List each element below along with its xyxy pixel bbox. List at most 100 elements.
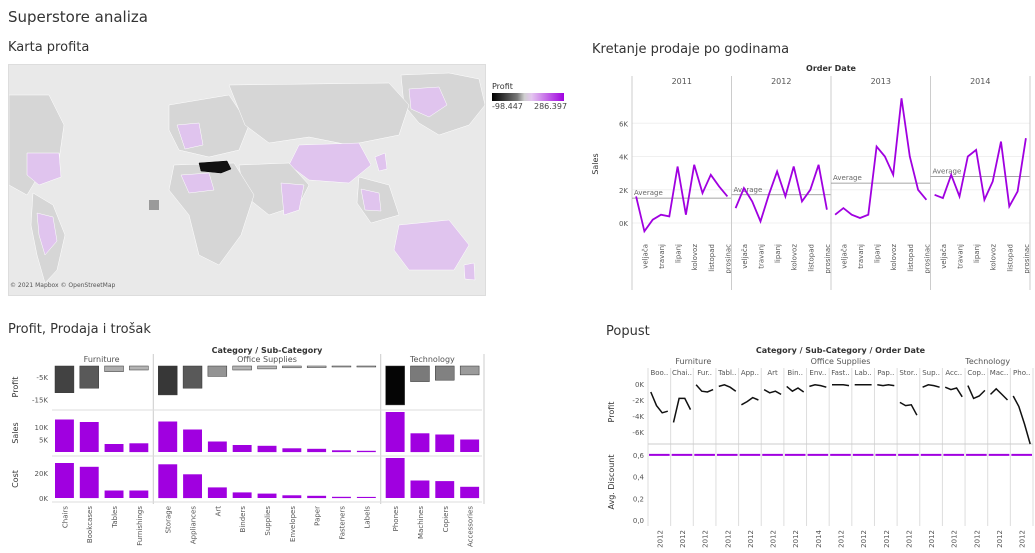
year-label: 2012 (883, 530, 891, 548)
bar-cost[interactable] (332, 496, 351, 499)
profit-line[interactable] (899, 401, 918, 416)
bar-profit[interactable] (410, 365, 430, 382)
bar-sales[interactable] (460, 439, 480, 453)
bar-cost[interactable] (183, 474, 202, 499)
bar-profit[interactable] (104, 365, 124, 372)
sub-category-label: Binders (239, 506, 247, 533)
year-label: 2012 (838, 530, 846, 548)
bar-sales[interactable] (207, 441, 227, 453)
bar-sales[interactable] (104, 444, 124, 452)
year-header: 2012 (771, 77, 791, 86)
bar-cost[interactable] (282, 495, 302, 499)
profit-map[interactable] (8, 64, 486, 296)
sub-category-header: Tabl.. (717, 369, 736, 377)
y-tick-label: 2K (619, 187, 628, 195)
bar-sales[interactable] (332, 450, 351, 453)
profit-line[interactable] (650, 391, 669, 414)
bar-profit[interactable] (129, 365, 149, 371)
bar-sales[interactable] (55, 419, 74, 453)
new-zealand[interactable] (463, 262, 476, 281)
year-label: 2012 (973, 530, 981, 548)
sub-category-label: Paper (314, 506, 322, 526)
bar-sales[interactable] (435, 434, 455, 453)
sub-category-label: Envelopes (289, 506, 297, 542)
profit-line[interactable] (944, 386, 963, 398)
bar-profit[interactable] (306, 365, 327, 368)
bar-profit[interactable] (435, 365, 455, 381)
bar-profit[interactable] (356, 365, 377, 368)
row-label-cost: Cost (11, 470, 20, 488)
profit-line[interactable] (967, 385, 986, 400)
bar-cost[interactable] (207, 487, 227, 498)
profit-line[interactable] (809, 384, 827, 388)
year-label: 2012 (656, 530, 664, 548)
profit-line[interactable] (695, 384, 714, 393)
year-label: 2012 (905, 530, 913, 548)
bar-profit[interactable] (54, 365, 75, 393)
profit-axis-title: Profit (607, 402, 616, 423)
profit-line[interactable] (877, 384, 895, 387)
bar-cost[interactable] (158, 464, 178, 499)
bar-sales[interactable] (356, 450, 376, 453)
bar-cost[interactable] (356, 496, 376, 498)
y-tick-label: -5K (36, 374, 48, 382)
sub-category-label: Labels (363, 506, 371, 529)
bar-sales[interactable] (410, 433, 430, 453)
bar-cost[interactable] (55, 463, 74, 498)
discount-section-title: Popust (606, 324, 650, 339)
category-header: Technology (964, 357, 1010, 366)
bar-cost[interactable] (307, 495, 327, 499)
bar-cost[interactable] (435, 481, 455, 498)
sub-category-label: Phones (392, 506, 400, 532)
bar-profit[interactable] (282, 365, 302, 369)
world-map-svg[interactable] (9, 65, 485, 295)
bar-sales[interactable] (158, 421, 178, 453)
profit-line[interactable] (922, 384, 940, 388)
bar-cost[interactable] (104, 490, 124, 499)
profit-line[interactable] (763, 388, 782, 396)
profit-line[interactable] (672, 397, 692, 423)
bar-profit[interactable] (207, 365, 228, 377)
bar-sales[interactable] (183, 429, 202, 453)
sales-by-year-chart[interactable]: Order Date Sales 0K 2K 4K 6K 2011 Average veljač… (588, 62, 1035, 290)
bar-sales[interactable] (385, 412, 405, 452)
bar-cost[interactable] (410, 480, 430, 499)
bar-profit[interactable] (232, 365, 252, 371)
profit-line[interactable] (786, 385, 805, 393)
sales-line-2013[interactable] (834, 98, 928, 219)
profit-discount-chart[interactable]: Category / Sub-Category / Order Date Furn… (604, 344, 1035, 553)
month-label: kolovoz (890, 244, 898, 271)
profit-line[interactable] (741, 396, 759, 406)
bar-profit[interactable] (257, 365, 277, 370)
sub-category-label: Storage (165, 506, 173, 533)
bar-profit[interactable] (331, 365, 352, 368)
profit-line[interactable] (1012, 395, 1031, 445)
small-island (149, 200, 159, 210)
bar-profit[interactable] (79, 365, 99, 389)
profit-sales-cost-chart[interactable]: Furniture Office Supplies Technology Catego… (8, 344, 486, 553)
bar-cost[interactable] (232, 492, 252, 498)
bar-cost[interactable] (79, 466, 99, 499)
profit-line[interactable] (718, 384, 737, 392)
sub-category-header: Fast.. (831, 369, 850, 377)
bar-profit[interactable] (385, 365, 405, 406)
bar-profit[interactable] (158, 365, 178, 396)
bar-profit[interactable] (182, 365, 203, 389)
bar-cost[interactable] (385, 458, 405, 498)
bar-sales[interactable] (79, 422, 99, 452)
profit-tick-label: -2K (632, 397, 644, 405)
bar-profit[interactable] (459, 365, 480, 376)
year-label: 2012 (770, 530, 778, 548)
profit-line[interactable] (832, 384, 850, 387)
bar-sales[interactable] (257, 445, 277, 453)
bar-sales[interactable] (232, 445, 252, 452)
profit-line[interactable] (989, 387, 1009, 401)
bar-cost[interactable] (129, 490, 149, 499)
bar-sales[interactable] (129, 443, 149, 453)
bar-sales[interactable] (282, 448, 302, 453)
year-label: 2012 (1019, 530, 1027, 548)
bar-cost[interactable] (460, 486, 480, 499)
bar-cost[interactable] (257, 493, 277, 498)
bar-sales[interactable] (307, 448, 327, 453)
line-section-title: Kretanje prodaje po godinama (592, 42, 790, 57)
